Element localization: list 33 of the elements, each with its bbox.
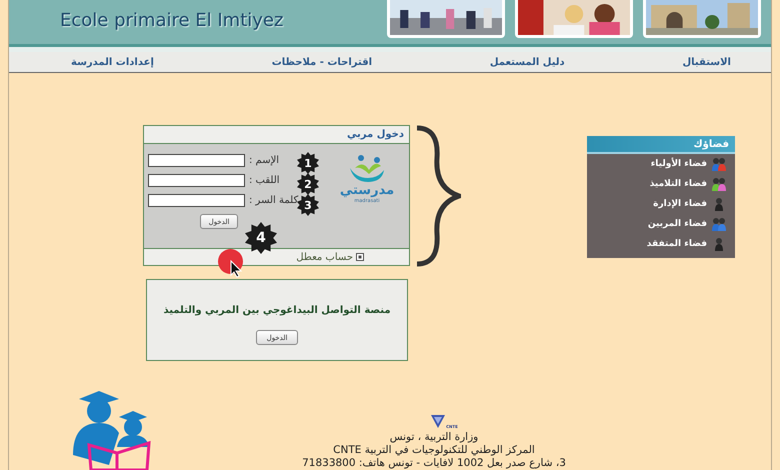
number-badge: 2 xyxy=(297,173,319,195)
panel-title: دخول مربي xyxy=(346,129,404,140)
people-icon xyxy=(711,157,727,171)
input-field[interactable] xyxy=(148,154,245,167)
number-badge: 4 xyxy=(245,222,277,254)
space-link[interactable]: فضاء التلاميذ xyxy=(587,174,735,194)
logo-text: مدرستي xyxy=(340,184,394,198)
people-icon xyxy=(711,217,727,231)
field-label: اللقب : xyxy=(249,175,280,186)
platform-title: منصة التواصل البيداغوجي بين المربي والتلميذ xyxy=(163,305,391,316)
school-name: Ecole primaire El Imtiyez xyxy=(60,10,284,31)
footer-text: المركز الوطني للتكنولوجيات في التربية CNTE xyxy=(333,444,535,457)
field-label: كلمة السر : xyxy=(249,195,298,206)
cursor-icon xyxy=(230,260,242,278)
footer-text: 3، شارع صدر بعل 1002 لافايات - تونس هاتف: 71833800 xyxy=(302,457,566,470)
nav-link[interactable]: إعدادات المدرسة xyxy=(71,56,154,68)
cnte-logo-icon xyxy=(430,413,446,429)
input-field[interactable] xyxy=(148,174,245,187)
space-link[interactable]: فضاء المتفقد xyxy=(587,234,735,254)
space-link[interactable]: فضاء الإدارة xyxy=(587,194,735,214)
space-link[interactable]: فضاء الأولياء xyxy=(587,154,735,174)
nav-link[interactable]: اقتراحات - ملاحظات xyxy=(272,56,372,68)
expand-icon[interactable] xyxy=(356,253,364,261)
nav-link[interactable]: دليل المستعمل xyxy=(490,56,565,68)
people-icon xyxy=(711,177,727,191)
input-field[interactable] xyxy=(148,194,245,207)
nav-link[interactable]: الاستقبال xyxy=(682,56,731,68)
number-badge: 1 xyxy=(297,152,319,174)
number-badge: 3 xyxy=(297,194,319,216)
panel-title: فضاؤك xyxy=(693,138,729,150)
footer-text: وزارة التربية ، تونس xyxy=(390,431,478,444)
field-label: الإسم : xyxy=(249,155,280,166)
space-link[interactable]: فضاء المربين xyxy=(587,214,735,234)
